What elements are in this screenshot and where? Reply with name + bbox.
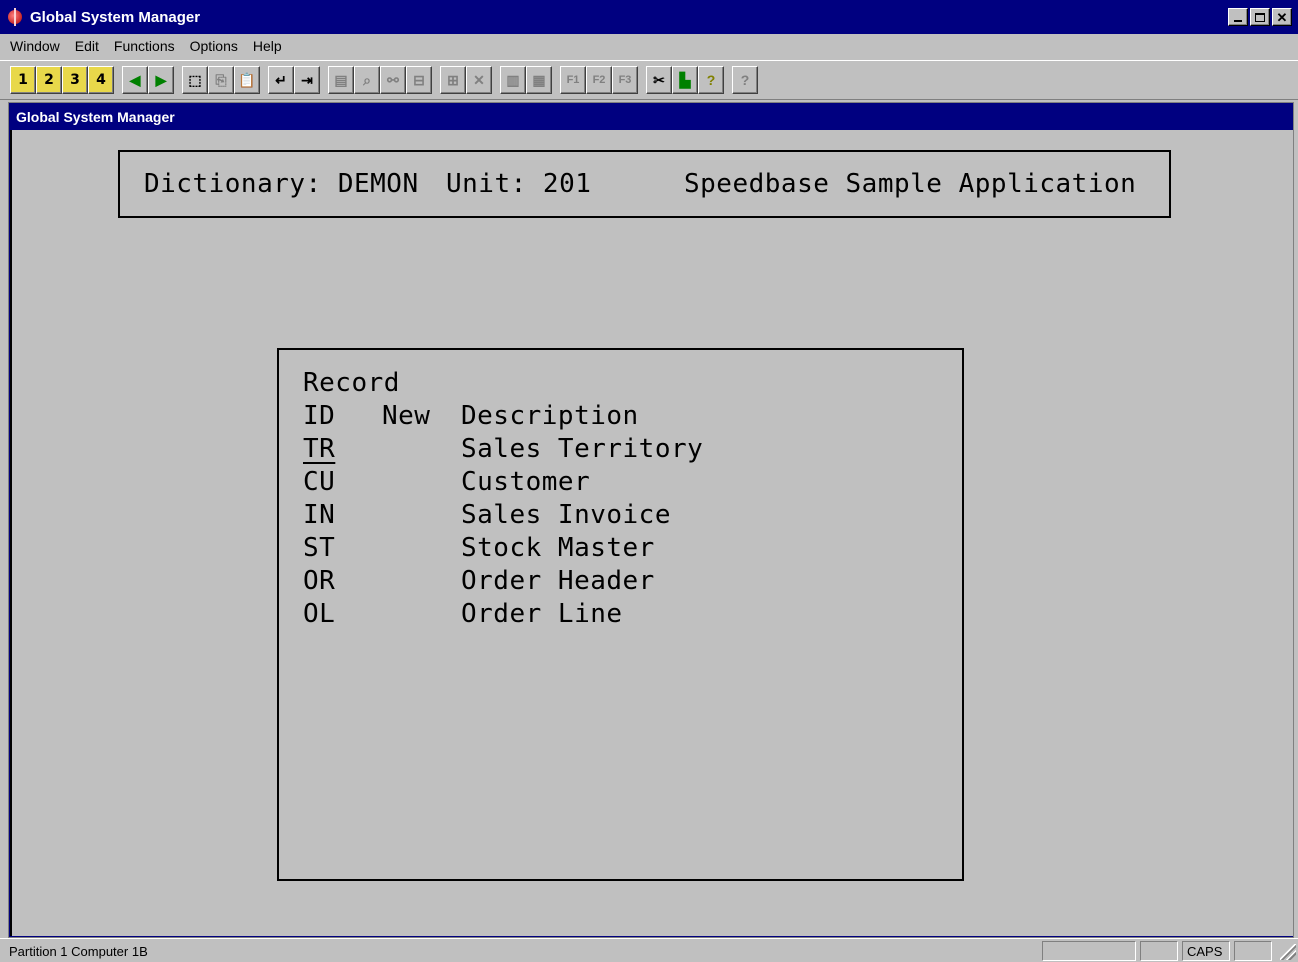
menu-edit[interactable]: Edit xyxy=(75,38,99,54)
record-description: Order Header xyxy=(461,566,655,596)
header-box: Dictionary: DEMON Unit: 201 Speedbase Sa… xyxy=(118,150,1171,218)
record-id[interactable]: TR xyxy=(303,434,335,467)
caps-label: CAPS xyxy=(1187,943,1223,959)
window-title: Global System Manager xyxy=(30,8,201,26)
partition-2-button[interactable]: 2 xyxy=(36,66,62,94)
help-button[interactable]: ? xyxy=(698,66,724,94)
column-new: New xyxy=(382,401,431,431)
record-list-box: Record ID New Description TR Sales Terri… xyxy=(277,348,964,881)
caps-indicator: CAPS xyxy=(1182,941,1230,961)
delete-x-icon: ✕ xyxy=(473,71,485,88)
insert-line-button[interactable]: ⊞ xyxy=(440,66,466,94)
next-button[interactable]: ▶ xyxy=(148,66,174,94)
minimize-button[interactable] xyxy=(1228,8,1248,26)
window-titlebar[interactable]: Global System Manager ✕ xyxy=(0,0,1298,34)
partition-3-label: 3 xyxy=(70,72,80,88)
partition-3-button[interactable]: 3 xyxy=(62,66,88,94)
status-panel-3 xyxy=(1234,941,1272,961)
copy-button[interactable]: ⎘ xyxy=(208,66,234,94)
binoculars-icon: ⚯ xyxy=(387,71,399,88)
bar-chart-icon: ▙ xyxy=(679,71,691,88)
triangle-left-icon: ◀ xyxy=(129,71,141,88)
f3-button[interactable]: F3 xyxy=(612,66,638,94)
enter-arrow-icon: ↵ xyxy=(275,71,287,88)
menu-functions[interactable]: Functions xyxy=(114,38,175,54)
chart-button[interactable]: ▙ xyxy=(672,66,698,94)
paste-icon: 📋 xyxy=(238,71,256,88)
insert-line-icon: ⊞ xyxy=(447,71,459,88)
partition-4-button[interactable]: 4 xyxy=(88,66,114,94)
record-description: Order Line xyxy=(461,599,623,629)
menu-window[interactable]: Window xyxy=(10,38,60,54)
partition-2-label: 2 xyxy=(44,72,54,88)
delete-button[interactable]: ✕ xyxy=(466,66,492,94)
unit-label: Unit: 201 xyxy=(446,169,592,199)
enter-button[interactable]: ↵ xyxy=(268,66,294,94)
record-description: Sales Territory xyxy=(461,434,704,464)
scissors-icon: ✂ xyxy=(653,71,665,88)
window-controls: ✕ xyxy=(1226,8,1292,26)
menu-options[interactable]: Options xyxy=(190,38,238,54)
question-icon: ? xyxy=(706,72,716,88)
binoculars-button[interactable]: ⚯ xyxy=(380,66,406,94)
page-up-button[interactable]: ▥ xyxy=(500,66,526,94)
previous-button[interactable]: ◀ xyxy=(122,66,148,94)
page-up-icon: ▥ xyxy=(506,71,520,88)
select-button[interactable]: ⬚ xyxy=(182,66,208,94)
record-description: Customer xyxy=(461,467,591,497)
record-id[interactable]: CU xyxy=(303,467,335,500)
maximize-button[interactable] xyxy=(1250,8,1270,26)
record-id[interactable]: IN xyxy=(303,500,335,533)
exit-button[interactable]: ⇥ xyxy=(294,66,320,94)
f2-icon: F2 xyxy=(592,74,606,86)
record-id[interactable]: OL xyxy=(303,599,335,632)
column-description: Description xyxy=(461,401,639,431)
close-button[interactable]: ✕ xyxy=(1272,8,1292,26)
resize-grip-icon[interactable] xyxy=(1280,944,1296,960)
triangle-right-icon: ▶ xyxy=(155,71,167,88)
record-id[interactable]: OR xyxy=(303,566,335,599)
context-help-button[interactable]: ? xyxy=(732,66,758,94)
menu-help[interactable]: Help xyxy=(253,38,282,54)
menu-bar: Window Edit Functions Options Help xyxy=(0,34,1298,58)
f3-icon: F3 xyxy=(618,74,632,86)
status-panel-1 xyxy=(1042,941,1136,961)
dictionary-label: Dictionary: DEMON xyxy=(144,169,419,199)
select-box-icon: ⬚ xyxy=(188,71,202,88)
context-help-icon: ? xyxy=(740,72,750,88)
partition-4-label: 4 xyxy=(96,72,106,88)
magnifier-icon: ⌕ xyxy=(363,71,371,88)
record-description: Sales Invoice xyxy=(461,500,671,530)
document-titlebar[interactable]: Global System Manager xyxy=(10,103,1293,130)
page-down-button[interactable]: ▦ xyxy=(526,66,552,94)
document-title: Global System Manager xyxy=(16,108,175,125)
toolbar: 1 2 3 4 ◀ ▶ ⬚ ⎘ 📋 ↵ ⇥ ▤ ⌕ ⚯ ⊟ ⊞ ✕ ▥ ▦ F1… xyxy=(0,60,1298,100)
partition-1-button[interactable]: 1 xyxy=(10,66,36,94)
application-title: Speedbase Sample Application xyxy=(684,169,1137,199)
page-down-icon: ▦ xyxy=(532,71,546,88)
find-button[interactable]: ⌕ xyxy=(354,66,380,94)
cut-button[interactable]: ✂ xyxy=(646,66,672,94)
status-bar: Partition 1 Computer 1B CAPS xyxy=(0,938,1298,962)
f1-button[interactable]: F1 xyxy=(560,66,586,94)
paste-button[interactable]: 📋 xyxy=(234,66,260,94)
column-id: ID xyxy=(303,401,336,431)
status-text: Partition 1 Computer 1B xyxy=(9,943,148,959)
partition-1-label: 1 xyxy=(18,72,28,88)
insert-icon: ⊟ xyxy=(413,71,425,88)
status-text-panel: Partition 1 Computer 1B xyxy=(4,941,1038,961)
record-heading: Record xyxy=(303,368,400,398)
help-page-button[interactable]: ▤ xyxy=(328,66,354,94)
f1-icon: F1 xyxy=(566,74,580,86)
page-icon: ▤ xyxy=(334,71,348,88)
exit-door-icon: ⇥ xyxy=(301,71,313,88)
f2-button[interactable]: F2 xyxy=(586,66,612,94)
status-panel-2 xyxy=(1140,941,1178,961)
record-description: Stock Master xyxy=(461,533,655,563)
record-id[interactable]: ST xyxy=(303,533,335,566)
app-icon[interactable] xyxy=(6,8,24,26)
insert-button[interactable]: ⊟ xyxy=(406,66,432,94)
copy-icon: ⎘ xyxy=(215,71,227,88)
